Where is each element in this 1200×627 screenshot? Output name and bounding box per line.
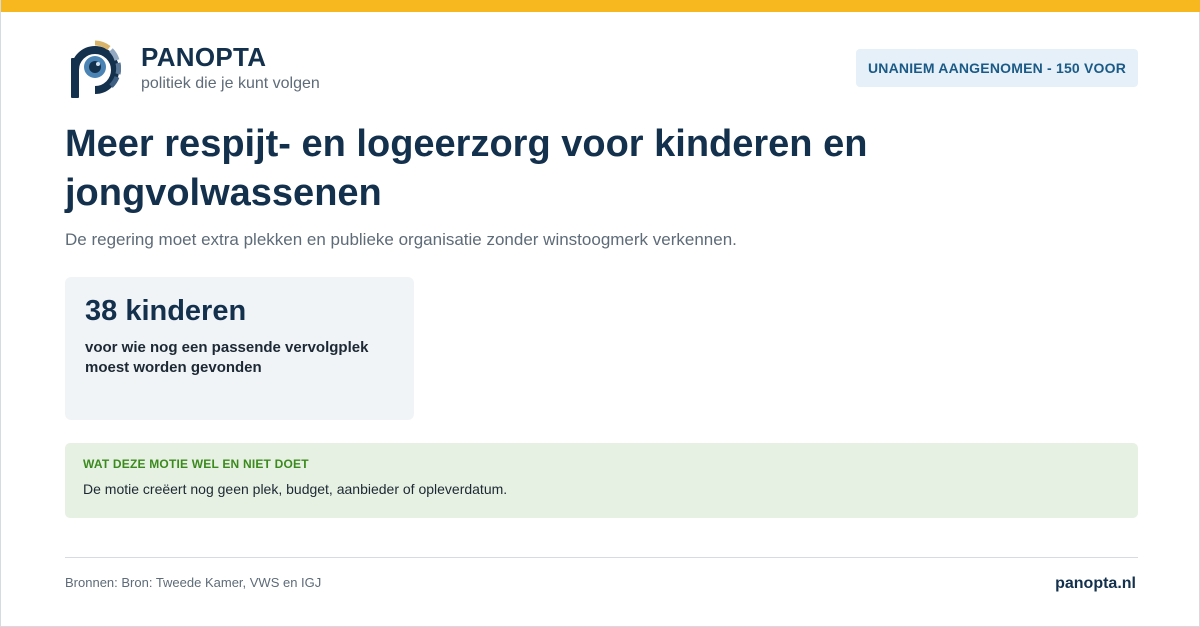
accent-top-bar xyxy=(1,0,1200,12)
header: PANOPTA politiek die je kunt volgen UNAN… xyxy=(65,40,1138,100)
eye-p-logo-icon xyxy=(71,40,121,98)
page-subtitle: De regering moet extra plekken en publie… xyxy=(65,230,737,249)
share-card: PANOPTA politiek die je kunt volgen UNAN… xyxy=(0,0,1200,627)
status-badge: UNANIEM AANGENOMEN - 150 VOOR xyxy=(856,49,1138,87)
info-note-heading: WAT DEZE MOTIE WEL EN NIET DOET xyxy=(83,457,309,471)
footer-site-link[interactable]: panopta.nl xyxy=(1055,575,1136,593)
info-note: WAT DEZE MOTIE WEL EN NIET DOET De motie… xyxy=(65,443,1138,518)
page-title: Meer respijt- en logeerzorg voor kindere… xyxy=(65,123,868,214)
brand-name: PANOPTA xyxy=(141,42,267,72)
brand-tagline: politiek die je kunt volgen xyxy=(141,75,320,92)
stat-value: 38 kinderen xyxy=(85,295,247,327)
footer-divider xyxy=(65,557,1138,558)
stat-card: 38 kinderen voor wie nog een passende ve… xyxy=(65,277,414,420)
info-note-text: De motie creëert nog geen plek, budget, … xyxy=(83,481,508,497)
stat-description: voor wie nog een passende vervolgplek mo… xyxy=(85,339,369,376)
footer-sources: Bronnen: Bron: Tweede Kamer, VWS en IGJ xyxy=(65,575,322,590)
